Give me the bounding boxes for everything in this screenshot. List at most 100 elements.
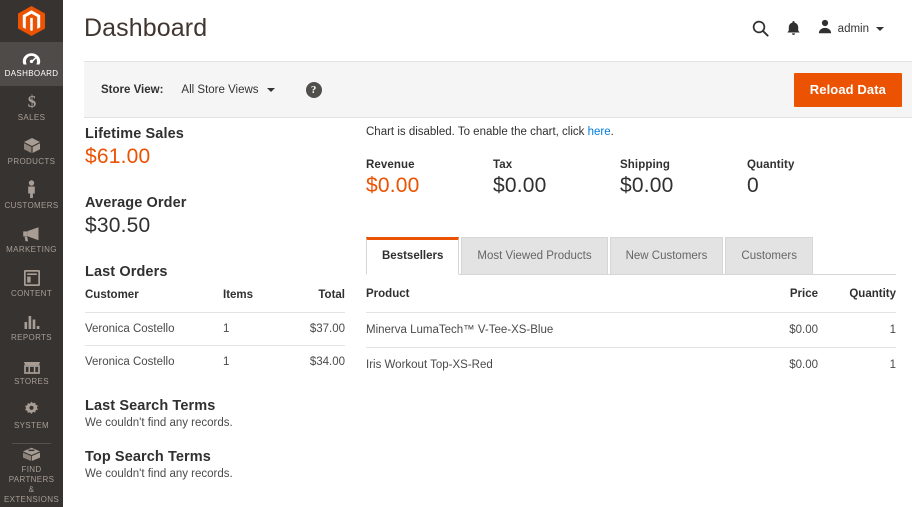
sidebar-item-system[interactable]: SYSTEM [0, 394, 63, 438]
top-search-terms-title: Top Search Terms [85, 449, 211, 465]
dashboard-content: Lifetime Sales $61.00 Average Order $30.… [63, 126, 912, 507]
magento-logo-icon [18, 5, 45, 36]
total-label: Tax [493, 159, 513, 171]
lifetime-sales-value: $61.00 [85, 145, 151, 168]
cell-quantity: 1 [818, 347, 896, 382]
average-order-value: $30.50 [85, 214, 151, 237]
lifetime-sales-block: Lifetime Sales $61.00 [85, 126, 345, 169]
sidebar-item-products[interactable]: PRODUCTS [0, 130, 63, 174]
total-quantity: Quantity 0 [747, 159, 874, 198]
cell-total: $34.00 [283, 345, 345, 378]
main-area: Dashboard admin Store View: All Store Vi… [63, 0, 912, 507]
last-orders-table: Customer Items Total Veronica Costello 1… [85, 289, 345, 378]
sidebar-item-label: CONTENT [10, 288, 53, 298]
storefront-icon [21, 356, 43, 374]
average-order-block: Average Order $30.50 [85, 195, 345, 238]
admin-dashboard-page: DASHBOARD $ SALES PRODUCTS CUSTOMERS MAR… [0, 0, 912, 507]
totals-row: Revenue $0.00 Tax $0.00 Shipping $0.00 Q… [366, 159, 896, 198]
dashboard-left-column: Lifetime Sales $61.00 Average Order $30.… [85, 126, 345, 480]
sidebar-item-label: DASHBOARD [4, 68, 59, 78]
sidebar-item-label: STORES [14, 376, 49, 386]
total-label: Revenue [366, 159, 415, 171]
tab-most-viewed-products[interactable]: Most Viewed Products [461, 237, 608, 275]
header-actions: admin [752, 19, 892, 39]
sidebar-item-label: SALES [17, 112, 46, 122]
reload-data-button[interactable]: Reload Data [793, 72, 902, 107]
sidebar-divider [12, 442, 51, 444]
total-tax: Tax $0.00 [493, 159, 620, 198]
sidebar-item-customers[interactable]: CUSTOMERS [0, 174, 63, 218]
chevron-down-icon [266, 87, 275, 92]
layout-panel-icon [21, 268, 43, 286]
sidebar-item-content[interactable]: CONTENT [0, 262, 63, 306]
store-view-select[interactable]: All Store Views [181, 83, 275, 96]
bell-icon[interactable] [786, 20, 801, 37]
gear-icon [21, 400, 43, 418]
column-header-customer: Customer [85, 289, 139, 301]
store-view-label: Store View: [101, 83, 164, 96]
sidebar-item-label: FIND PARTNERS & EXTENSIONS [2, 465, 61, 505]
total-label: Quantity [747, 159, 795, 171]
tab-new-customers[interactable]: New Customers [609, 237, 724, 275]
sidebar-item-reports[interactable]: REPORTS [0, 306, 63, 350]
top-search-terms-empty: We couldn't find any records. [85, 468, 233, 480]
bestsellers-table: Product Price Quantity Minerva LumaTech™… [366, 288, 896, 382]
chart-notice-text: Chart is disabled. To enable the chart, … [366, 126, 588, 138]
store-view-value: All Store Views [181, 83, 259, 96]
cell-quantity: 1 [818, 312, 896, 348]
last-search-terms-block: Last Search Terms We couldn't find any r… [85, 398, 345, 429]
table-row[interactable]: Iris Workout Top-XS-Red $0.00 1 [366, 347, 896, 382]
dashboard-right-column: Chart is disabled. To enable the chart, … [366, 126, 896, 382]
column-header-total: Total [318, 289, 345, 301]
partners-line-1: FIND PARTNERS [8, 465, 55, 485]
sidebar-item-label: REPORTS [11, 332, 52, 342]
cell-price: $0.00 [728, 347, 818, 382]
tab-customers[interactable]: Customers [725, 237, 813, 275]
tab-bestsellers[interactable]: Bestsellers [366, 237, 460, 275]
cell-customer: Veronica Costello [85, 345, 223, 378]
dollar-sign-icon: $ [21, 92, 43, 110]
sidebar-item-sales[interactable]: $ SALES [0, 86, 63, 130]
open-box-icon [21, 447, 43, 462]
table-row[interactable]: Minerva LumaTech™ V-Tee-XS-Blue $0.00 1 [366, 312, 896, 348]
column-header-quantity: Quantity [849, 288, 896, 300]
cell-total: $37.00 [283, 312, 345, 346]
magento-logo[interactable] [0, 0, 63, 42]
sidebar-item-dashboard[interactable]: DASHBOARD [0, 41, 63, 86]
person-icon [21, 179, 43, 198]
search-icon[interactable] [752, 20, 769, 37]
cell-price: $0.00 [728, 312, 818, 348]
sidebar-item-label: SYSTEM [14, 420, 49, 430]
sidebar-item-marketing[interactable]: MARKETING [0, 218, 63, 262]
total-value: $0.00 [493, 174, 547, 197]
dashboard-gauge-icon [21, 48, 43, 66]
dashboard-tabs: Bestsellers Most Viewed Products New Cus… [366, 237, 896, 275]
page-header: Dashboard admin [63, 0, 912, 57]
enable-chart-link[interactable]: here [588, 126, 611, 138]
help-icon[interactable]: ? [305, 81, 322, 98]
column-header-items: Items [223, 289, 254, 301]
chevron-down-icon [876, 26, 884, 31]
store-view-bar: Store View: All Store Views ? Reload Dat… [84, 61, 912, 118]
cell-product: Minerva LumaTech™ V-Tee-XS-Blue [366, 312, 728, 348]
column-header-price: Price [789, 288, 818, 300]
cell-items: 1 [223, 312, 283, 346]
total-label: Shipping [620, 159, 670, 171]
last-orders-title: Last Orders [85, 264, 168, 280]
last-orders-block: Last Orders Customer Items Total Veronic… [85, 264, 345, 378]
table-header-row: Product Price Quantity [366, 288, 896, 313]
sidebar-item-label: PRODUCTS [7, 156, 56, 166]
sidebar-item-stores[interactable]: STORES [0, 350, 63, 394]
admin-menu[interactable]: admin [818, 19, 884, 39]
table-row[interactable]: Veronica Costello 1 $37.00 [85, 312, 345, 346]
average-order-title: Average Order [85, 195, 187, 211]
table-row[interactable]: Veronica Costello 1 $34.00 [85, 345, 345, 378]
column-header-product: Product [366, 288, 410, 300]
box-icon [21, 136, 43, 154]
sidebar-item-find-partners[interactable]: FIND PARTNERS & EXTENSIONS [0, 446, 63, 507]
primary-sidebar: DASHBOARD $ SALES PRODUCTS CUSTOMERS MAR… [0, 0, 63, 507]
admin-name: admin [837, 22, 869, 35]
